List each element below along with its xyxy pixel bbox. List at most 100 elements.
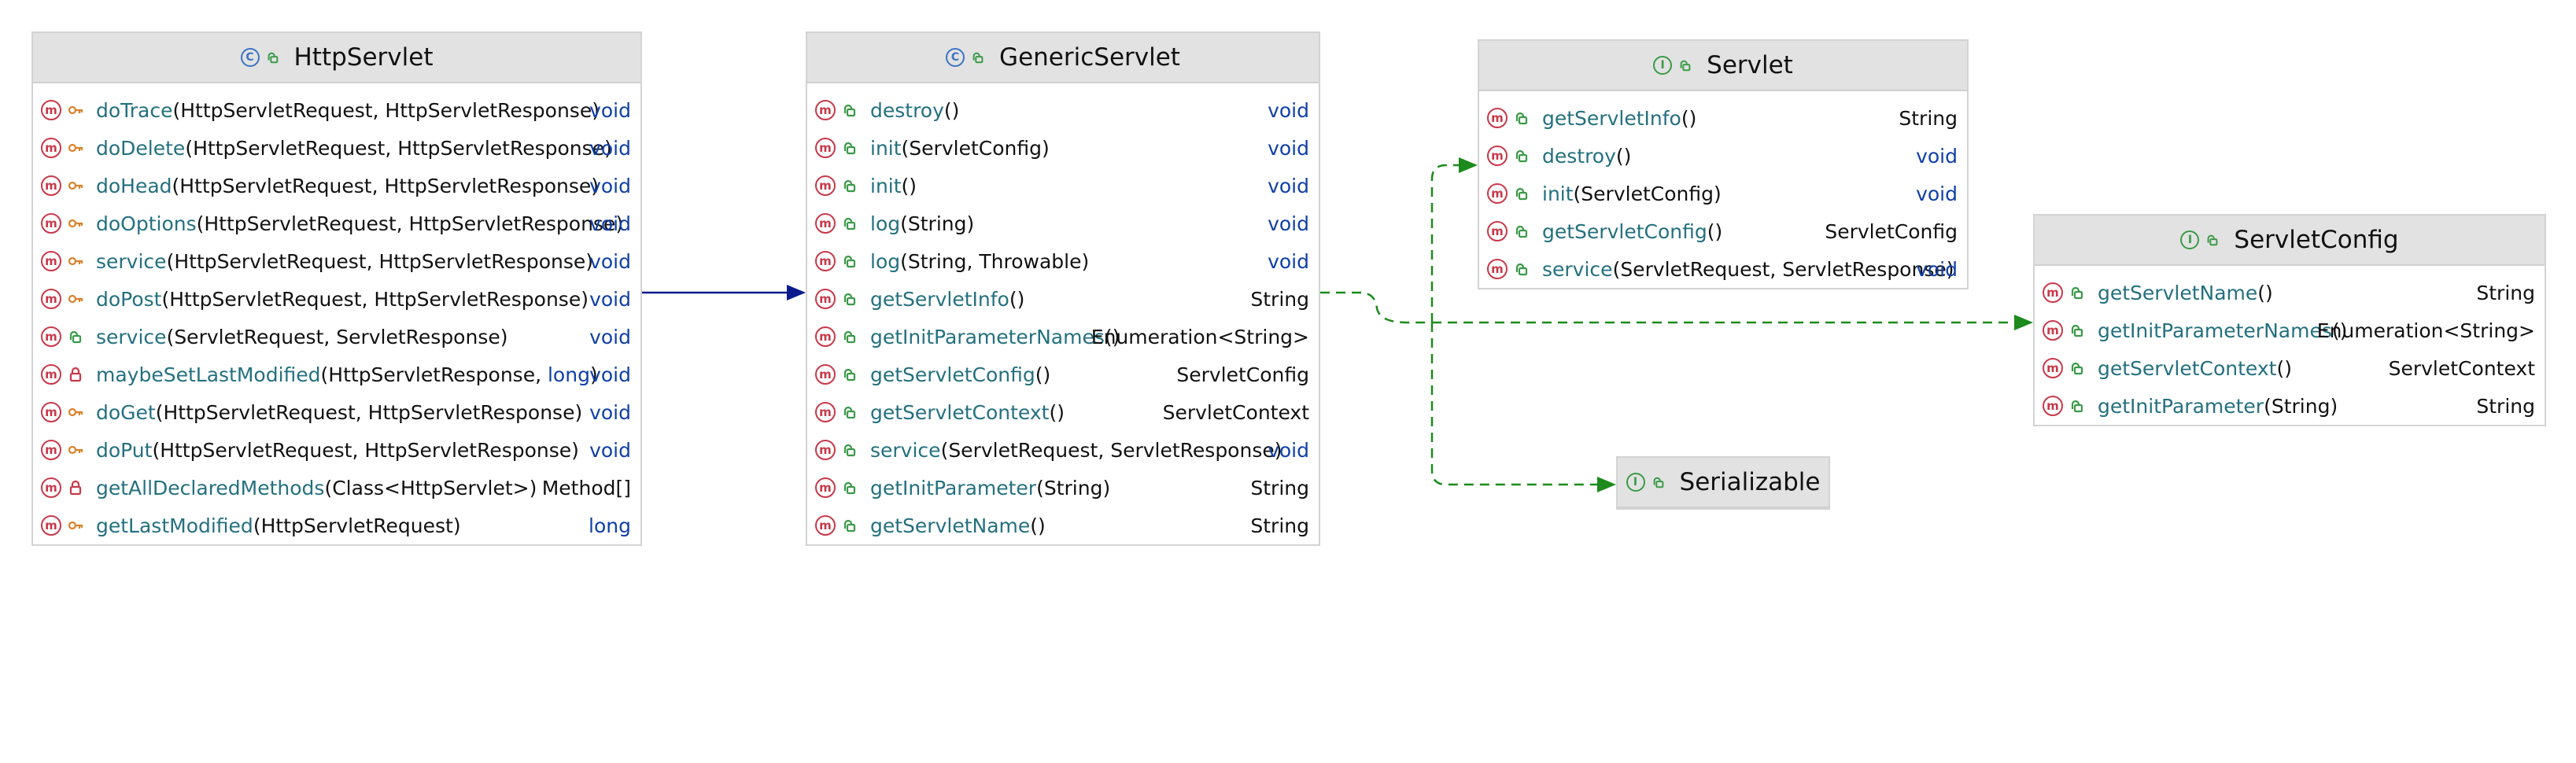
public-visibility-icon	[843, 330, 856, 344]
method-params: (ServletConfig)	[1573, 182, 1722, 205]
method-params: ()	[1049, 400, 1065, 424]
method-row[interactable]: m getInitParameterNames() Enumeration<Stri…	[807, 318, 1319, 356]
class-box-genericservlet[interactable]: C GenericServlet m destroy() void m init(Servl…	[806, 31, 1320, 546]
class-header[interactable]: C GenericServlet	[807, 33, 1319, 83]
method-return-type: void	[1268, 249, 1309, 273]
method-name: log	[870, 212, 901, 235]
method-name: log	[870, 249, 901, 273]
method-icon: m	[41, 289, 61, 309]
class-box-servletconfig[interactable]: I ServletConfig m getServletName() String m ge…	[2033, 214, 2546, 426]
method-row[interactable]: m log(String) void	[807, 205, 1319, 242]
method-icon: m	[41, 326, 61, 347]
method-row[interactable]: m getServletConfig() ServletConfig	[807, 356, 1319, 393]
method-icon: m	[41, 100, 61, 120]
public-visibility-icon	[843, 217, 856, 230]
class-header[interactable]: I Servlet	[1479, 41, 1967, 91]
method-return-type: void	[1268, 98, 1309, 122]
method-row[interactable]: m init() void	[807, 167, 1319, 205]
method-name: maybeSetLastModified	[96, 363, 321, 386]
method-row[interactable]: m getServletInfo() String	[807, 280, 1319, 318]
method-row[interactable]: m doDelete(HttpServletRequest, HttpServle…	[33, 129, 640, 167]
method-row[interactable]: m doOptions(HttpServletRequest, HttpServl…	[33, 205, 640, 242]
method-icon: m	[2043, 358, 2063, 378]
method-signature: getInitParameterNames()	[2098, 319, 2347, 342]
protected-visibility-icon	[68, 105, 83, 115]
method-icon: m	[41, 440, 61, 460]
method-params: (HttpServletRequest)	[253, 514, 461, 537]
method-row[interactable]: m getServletContext() ServletContext	[807, 393, 1319, 431]
method-row[interactable]: m doHead(HttpServletRequest, HttpServletR…	[33, 167, 640, 205]
method-params: (HttpServletRequest, HttpServletResponse…	[172, 174, 600, 197]
method-row[interactable]: m service(ServletRequest, ServletResponse…	[807, 431, 1319, 469]
method-row[interactable]: m getServletName() String	[807, 507, 1319, 544]
method-icon: m	[815, 477, 836, 498]
extends-arrowhead	[787, 285, 806, 300]
method-return-type: void	[1268, 212, 1309, 235]
method-row[interactable]: m log(String, Throwable) void	[807, 242, 1319, 280]
method-row[interactable]: m getAllDeclaredMethods(Class<HttpServlet…	[33, 469, 640, 507]
method-row[interactable]: m getInitParameter(String) String	[2035, 387, 2545, 425]
method-row[interactable]: m doGet(HttpServletRequest, HttpServletRe…	[33, 393, 640, 431]
method-params: ()	[1030, 514, 1046, 537]
method-row[interactable]: m getLastModified(HttpServletRequest) long	[33, 507, 640, 544]
method-name: getServletContext	[2098, 356, 2277, 380]
method-params: ()	[2257, 281, 2273, 304]
method-row[interactable]: m doTrace(HttpServletRequest, HttpServlet…	[33, 91, 640, 129]
method-return-type: void	[589, 438, 631, 462]
method-name: getServletInfo	[870, 287, 1009, 311]
method-params: (HttpServletRequest, HttpServletResponse…	[196, 212, 624, 235]
method-row[interactable]: m service(HttpServletRequest, HttpServlet…	[33, 242, 640, 280]
method-params: (String)	[1036, 476, 1111, 499]
method-params: (Class<HttpServlet>)	[324, 476, 537, 499]
method-params: (ServletRequest, ServletResponse)	[166, 325, 508, 348]
method-name: getInitParameter	[870, 476, 1037, 499]
method-row[interactable]: m init(ServletConfig) void	[1479, 175, 1967, 212]
method-return-type: void	[1268, 174, 1309, 197]
method-row[interactable]: m service(ServletRequest, ServletResponse…	[33, 318, 640, 356]
public-visibility-icon	[843, 104, 856, 117]
method-icon: m	[41, 364, 61, 385]
class-box-httpservlet[interactable]: C HttpServlet m doTrace(HttpServletRequest,…	[31, 31, 642, 546]
class-header[interactable]: C HttpServlet	[33, 33, 640, 83]
class-header[interactable]: I ServletConfig	[2035, 216, 2545, 266]
class-box-serializable[interactable]: I Serializable	[1616, 456, 1830, 510]
method-row[interactable]: m getInitParameter(String) String	[807, 469, 1319, 507]
method-params: (HttpServletRequest, HttpServletResponse…	[185, 136, 612, 160]
method-row[interactable]: m destroy() void	[1479, 137, 1967, 175]
method-signature: doPut(HttpServletRequest, HttpServletRes…	[96, 439, 579, 462]
method-name: getServletConfig	[1542, 219, 1707, 243]
method-signature: log(String, Throwable)	[870, 250, 1089, 273]
public-visibility-icon	[843, 255, 856, 268]
method-row[interactable]: m getInitParameterNames() Enumeration<Stri…	[2035, 311, 2545, 349]
protected-visibility-icon	[68, 256, 83, 266]
method-name: service	[96, 249, 167, 273]
method-row[interactable]: m getServletInfo() String	[1479, 99, 1967, 137]
method-row[interactable]: m doPost(HttpServletRequest, HttpServletR…	[33, 280, 640, 318]
method-params: ()	[943, 98, 960, 122]
method-row[interactable]: m getServletContext() ServletContext	[2035, 349, 2545, 387]
method-row[interactable]: m maybeSetLastModified(HttpServletRespons…	[33, 356, 640, 393]
method-row[interactable]: m doPut(HttpServletRequest, HttpServletRe…	[33, 431, 640, 469]
public-visibility-icon	[2071, 324, 2083, 337]
method-row[interactable]: m init(ServletConfig) void	[807, 129, 1319, 167]
method-return-type: Enumeration<String>	[2316, 319, 2535, 342]
protected-visibility-icon	[68, 294, 83, 304]
public-visibility-icon	[843, 179, 856, 193]
public-visibility-icon	[1515, 112, 1528, 125]
method-return-type: Enumeration<String>	[1091, 325, 1309, 348]
method-row[interactable]: m getServletName() String	[2035, 274, 2545, 311]
public-visibility-icon	[1680, 60, 1691, 72]
method-signature: service(ServletRequest, ServletResponse)	[870, 439, 1282, 462]
method-row[interactable]: m getServletConfig() ServletConfig	[1479, 212, 1967, 250]
class-header[interactable]: I Serializable	[1618, 458, 1829, 508]
method-row[interactable]: m service(ServletRequest, ServletResponse…	[1479, 250, 1967, 288]
public-visibility-icon	[1653, 477, 1663, 488]
method-signature: service(ServletRequest, ServletResponse)	[1542, 258, 1954, 281]
method-icon: m	[2043, 396, 2063, 416]
method-icon: m	[2043, 282, 2063, 303]
class-box-servlet[interactable]: I Servlet m getServletInfo() String m destroy(…	[1478, 39, 1969, 289]
protected-visibility-icon	[68, 219, 83, 228]
method-row[interactable]: m destroy() void	[807, 91, 1319, 129]
method-name: getInitParameterNames	[2098, 319, 2332, 342]
method-icon: m	[815, 289, 836, 309]
